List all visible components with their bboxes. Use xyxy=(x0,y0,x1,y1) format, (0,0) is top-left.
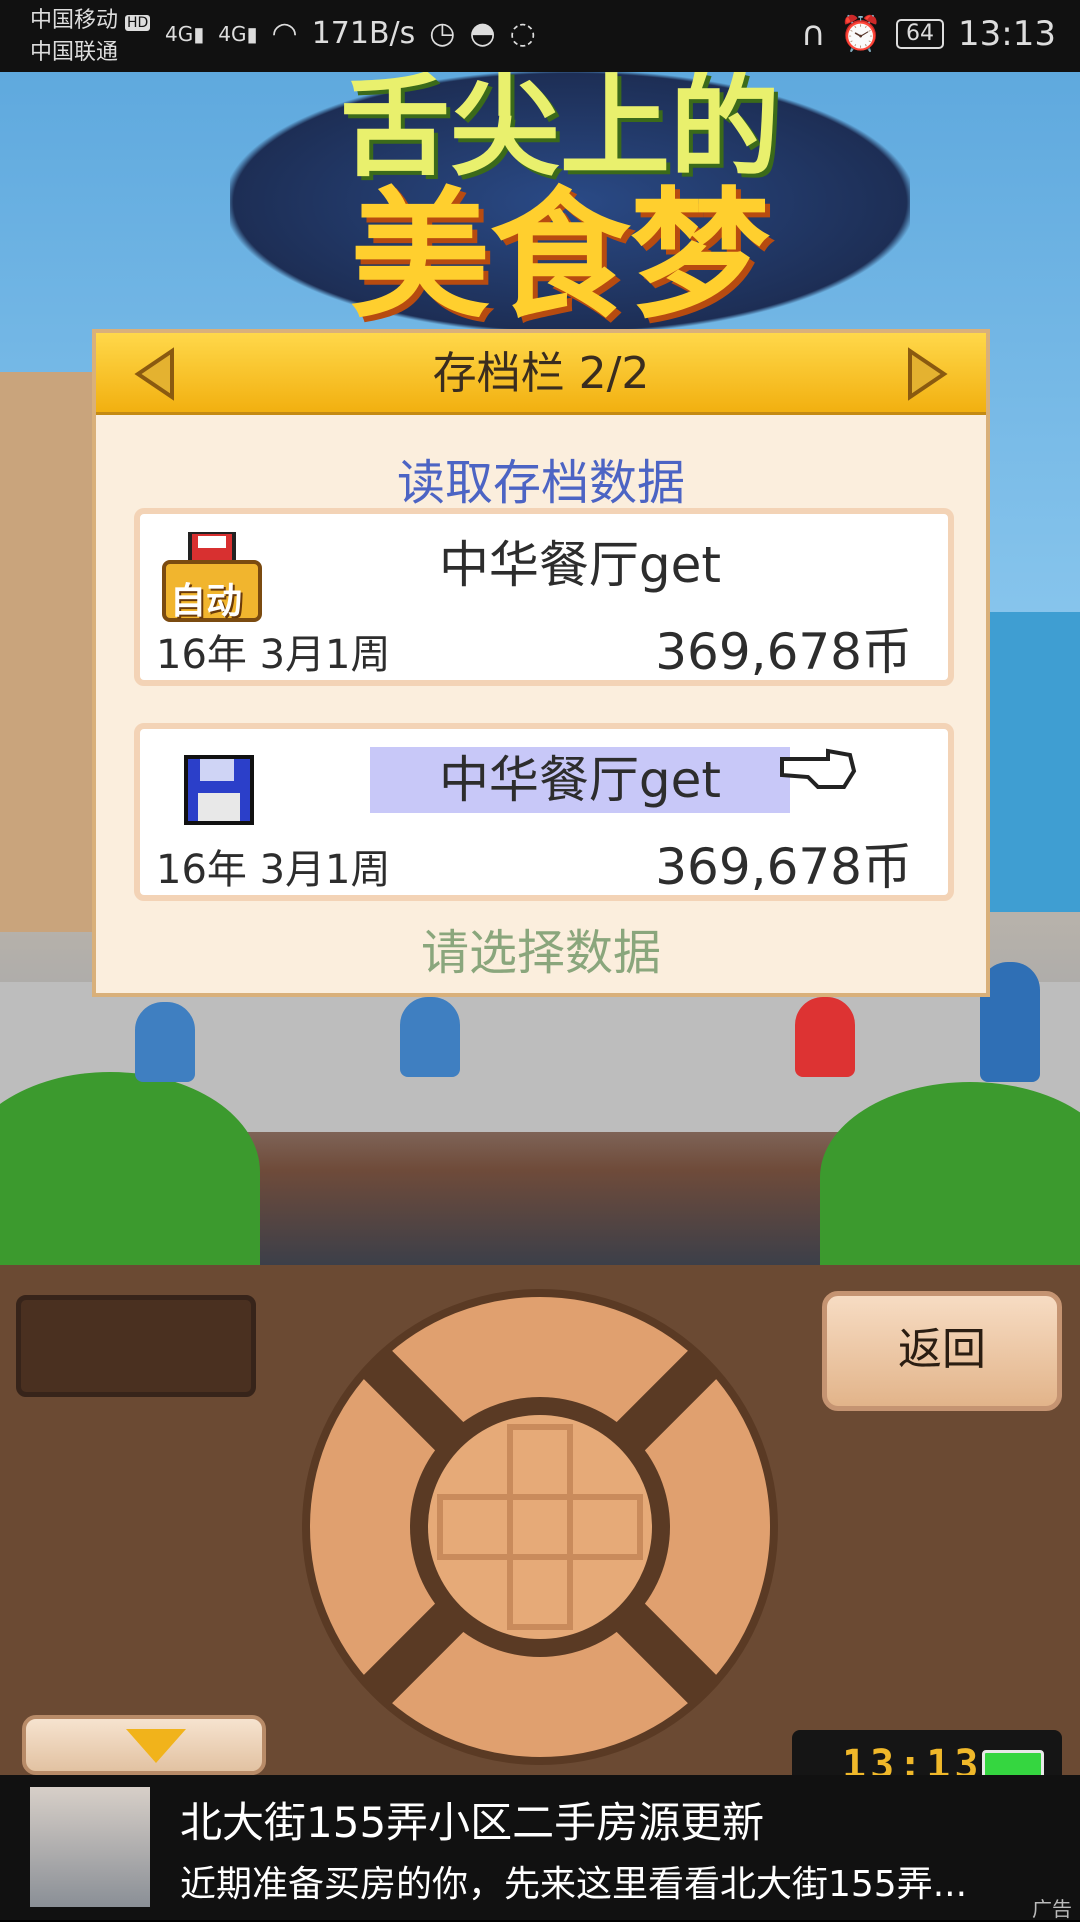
network-speed: 171B/s xyxy=(311,16,416,51)
dialog-header: 存档栏 2/2 xyxy=(96,333,986,415)
headphones-icon: ∩ xyxy=(800,14,826,54)
status-bar: 中国移动 HD 中国联通 4G▮ 4G▮ ◠ 171B/s ◷ ◓ ◌ ∩ ⏰ … xyxy=(0,0,1080,72)
sync-icon: ◌ xyxy=(509,16,536,51)
slot-date: 16年 3月1周 xyxy=(156,632,391,678)
stopwatch-icon: ◷ xyxy=(429,16,456,51)
qq-icon: ◓ xyxy=(469,16,496,51)
ad-title: 北大街155弄小区二手房源更新 xyxy=(180,1798,765,1847)
save-slot-title: 存档栏 2/2 xyxy=(432,348,650,399)
wifi-icon: ◠ xyxy=(271,16,298,51)
carrier-1: 中国移动 xyxy=(30,8,119,33)
signal-icon-2: 4G▮ xyxy=(218,21,258,46)
chevron-down-icon xyxy=(126,1729,186,1763)
city-buildings-right xyxy=(990,612,1080,912)
ad-banner[interactable]: 北大街155弄小区二手房源更新 近期准备买房的你，先来这里看看北大街155弄..… xyxy=(0,1775,1080,1921)
carrier-info: 中国移动 HD 中国联通 xyxy=(30,6,151,67)
hd-badge: HD xyxy=(125,15,151,31)
pedestrian-2 xyxy=(400,997,460,1077)
battery-indicator: 64 xyxy=(896,19,945,49)
slot-coins: 369,678币 xyxy=(655,838,912,896)
ad-label: 广告 xyxy=(1032,1897,1072,1921)
slot-restaurant-name: 中华餐厅get xyxy=(438,536,722,594)
signal-icon-1: 4G▮ xyxy=(165,21,205,46)
back-button[interactable]: 返回 xyxy=(822,1291,1062,1411)
save-load-dialog: 存档栏 2/2 读取存档数据 自动 中华餐厅get 16年 3月1周 369,6… xyxy=(92,329,990,997)
game-logo-line2: 美食梦 xyxy=(349,175,770,338)
status-icons: 4G▮ 4G▮ ◠ 171B/s ◷ ◓ ◌ xyxy=(165,16,536,51)
floppy-disk-icon xyxy=(162,747,262,837)
status-time: 13:13 xyxy=(958,14,1056,54)
hand-pointer-icon xyxy=(780,748,857,789)
slot-restaurant-name-selected: 中华餐厅get xyxy=(370,747,790,813)
slot-coins: 369,678币 xyxy=(655,623,912,681)
pedestrian-1 xyxy=(135,1002,195,1082)
slot-date: 16年 3月1周 xyxy=(156,847,391,893)
alarm-icon: ⏰ xyxy=(839,14,883,54)
ad-description: 近期准备买房的你，先来这里看看北大街155弄... xyxy=(180,1864,968,1905)
auto-save-icon: 自动 xyxy=(162,530,262,622)
dialog-subtitle: 读取存档数据 xyxy=(396,455,685,511)
auto-badge-label: 自动 xyxy=(170,581,243,622)
pedestrian-3 xyxy=(795,997,855,1077)
collapse-panel-button[interactable] xyxy=(22,1715,266,1775)
directional-pad[interactable] xyxy=(300,1287,780,1767)
empty-panel-slot xyxy=(16,1295,256,1397)
control-panel: 返回 13:13 xyxy=(0,1265,1080,1800)
dialog-prompt: 请选择数据 xyxy=(420,925,661,981)
next-page-arrow-icon[interactable] xyxy=(904,347,950,401)
carrier-2: 中国联通 xyxy=(30,40,119,65)
status-right: ∩ ⏰ 64 13:13 xyxy=(801,14,1056,54)
ad-thumbnail xyxy=(30,1787,150,1907)
save-slot-auto[interactable]: 自动 中华餐厅get 16年 3月1周 369,678币 xyxy=(134,508,954,686)
game-logo-line1: 舌尖上的 xyxy=(340,72,780,191)
